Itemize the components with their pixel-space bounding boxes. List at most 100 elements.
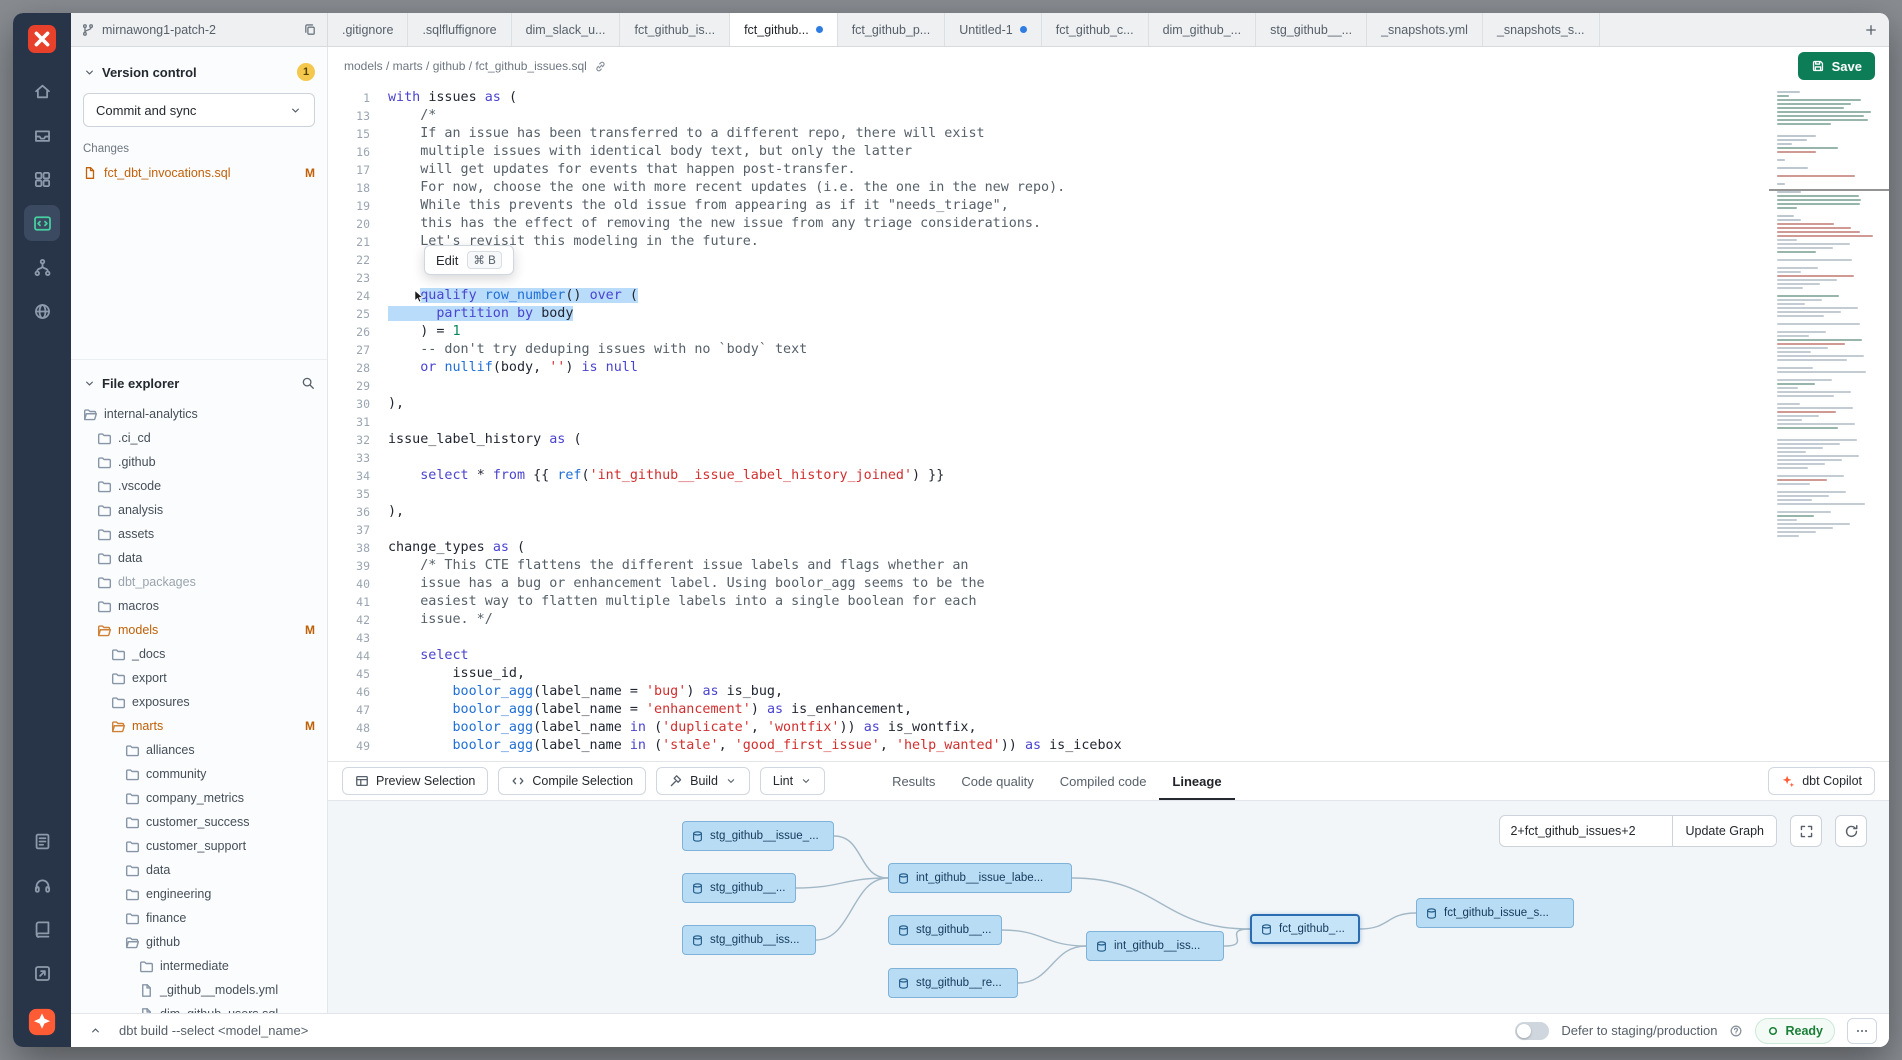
- tree-item-docs[interactable]: _docs: [71, 642, 327, 666]
- tree-item-vscode[interactable]: .vscode: [71, 474, 327, 498]
- edit-tooltip[interactable]: Edit ⌘ B: [424, 245, 514, 275]
- tab-fct-github[interactable]: fct_github...: [730, 13, 838, 46]
- collapse-panel-button[interactable]: [83, 1019, 107, 1043]
- lint-button[interactable]: Lint: [760, 767, 825, 795]
- panel-tab-results[interactable]: Results: [879, 762, 948, 800]
- changed-file-fct-dbt-invocations-sql[interactable]: fct_dbt_invocations.sqlM: [71, 161, 327, 185]
- lineage-node-int-github-issue-labe[interactable]: int_github__issue_labe...: [888, 863, 1072, 893]
- rail-item-nav-external[interactable]: [24, 955, 60, 991]
- code-line-16[interactable]: 16 multiple issues with identical body t…: [328, 143, 1889, 161]
- code-line-28[interactable]: 28 or nullif(body, '') is null: [328, 359, 1889, 377]
- rail-item-nav-support[interactable]: [24, 867, 60, 903]
- code-line-38[interactable]: 38change_types as (: [328, 539, 1889, 557]
- lineage-node-stg-github[interactable]: stg_github__...: [888, 915, 1002, 945]
- code-line-33[interactable]: 33: [328, 449, 1889, 467]
- build-button[interactable]: Build: [656, 767, 750, 795]
- code-line-37[interactable]: 37: [328, 521, 1889, 539]
- code-line-22[interactable]: 22: [328, 251, 1889, 269]
- code-line-46[interactable]: 46 boolor_agg(label_name = 'bug') as is_…: [328, 683, 1889, 701]
- help-icon[interactable]: [1729, 1024, 1743, 1038]
- tree-item-intermediate[interactable]: intermediate: [71, 954, 327, 978]
- code-line-23[interactable]: 23: [328, 269, 1889, 287]
- tree-item-marts[interactable]: martsM: [71, 714, 327, 738]
- lineage-node-fct-github-issue-s[interactable]: fct_github_issue_s...: [1416, 898, 1574, 928]
- tab-fct-github-is[interactable]: fct_github_is...: [620, 13, 730, 46]
- tree-item-models[interactable]: modelsM: [71, 618, 327, 642]
- rail-item-nav-environments[interactable]: [24, 293, 60, 329]
- code-line-45[interactable]: 45 issue_id,: [328, 665, 1889, 683]
- rail-item-nav-home[interactable]: [24, 73, 60, 109]
- tree-item-customer-support[interactable]: customer_support: [71, 834, 327, 858]
- code-line-40[interactable]: 40 issue has a bug or enhancement label.…: [328, 575, 1889, 593]
- tab-sqlfluffignore[interactable]: .sqlfluffignore: [408, 13, 511, 46]
- tab-fct-github-p[interactable]: fct_github_p...: [838, 13, 946, 46]
- tree-item-internal-analytics[interactable]: internal-analytics: [71, 402, 327, 426]
- tree-item-community[interactable]: community: [71, 762, 327, 786]
- tab-dim-github[interactable]: dim_github_...: [1149, 13, 1257, 46]
- code-editor[interactable]: 1with issues as (13 /*15 If an issue has…: [328, 85, 1889, 761]
- lineage-node-stg-github-issue[interactable]: stg_github__issue_...: [682, 821, 834, 851]
- lineage-search-input[interactable]: [1500, 816, 1672, 846]
- tree-item-export[interactable]: export: [71, 666, 327, 690]
- file-explorer-header[interactable]: File explorer: [71, 370, 327, 396]
- tree-item-ci-cd[interactable]: .ci_cd: [71, 426, 327, 450]
- tab-untitled-1[interactable]: Untitled-1: [945, 13, 1042, 46]
- lineage-node-stg-github-re[interactable]: stg_github__re...: [888, 968, 1018, 998]
- tab-fct-github-c[interactable]: fct_github_c...: [1042, 13, 1149, 46]
- panel-tab-code-quality[interactable]: Code quality: [948, 762, 1046, 800]
- tree-item-github-models-yml[interactable]: _github__models.yml: [71, 978, 327, 1002]
- code-line-20[interactable]: 20 this has the effect of removing the n…: [328, 215, 1889, 233]
- tree-item-dbt-packages[interactable]: dbt_packages: [71, 570, 327, 594]
- tree-item-finance[interactable]: finance: [71, 906, 327, 930]
- lineage-canvas[interactable]: stg_github__issue_... stg_github__... stg_…: [328, 801, 1889, 1013]
- branch-indicator[interactable]: mirnawong1-patch-2: [71, 13, 328, 46]
- code-line-27[interactable]: 27 -- don't try deduping issues with no …: [328, 341, 1889, 359]
- code-line-13[interactable]: 13 /*: [328, 107, 1889, 125]
- refresh-button[interactable]: [1835, 815, 1867, 847]
- rail-item-nav-develop[interactable]: [24, 205, 60, 241]
- copy-branch-icon[interactable]: [303, 23, 317, 37]
- tree-item-github[interactable]: github: [71, 930, 327, 954]
- new-tab-button[interactable]: [1853, 13, 1889, 46]
- tab-snapshots-yml[interactable]: _snapshots.yml: [1367, 13, 1483, 46]
- code-line-25[interactable]: 25 partition by body: [328, 305, 1889, 323]
- code-line-35[interactable]: 35: [328, 485, 1889, 503]
- code-line-31[interactable]: 31: [328, 413, 1889, 431]
- code-line-47[interactable]: 47 boolor_agg(label_name = 'enhancement'…: [328, 701, 1889, 719]
- code-line-42[interactable]: 42 issue. */: [328, 611, 1889, 629]
- code-line-1[interactable]: 1with issues as (: [328, 89, 1889, 107]
- update-graph-button[interactable]: Update Graph: [1672, 816, 1776, 846]
- code-line-43[interactable]: 43: [328, 629, 1889, 647]
- code-line-39[interactable]: 39 /* This CTE flattens the different is…: [328, 557, 1889, 575]
- compile-selection-button[interactable]: Compile Selection: [498, 767, 646, 795]
- code-line-36[interactable]: 36),: [328, 503, 1889, 521]
- more-options-button[interactable]: [1847, 1018, 1877, 1044]
- lineage-node-fct-github[interactable]: fct_github_...: [1250, 914, 1360, 944]
- cli-command[interactable]: dbt build --select <model_name>: [119, 1023, 308, 1038]
- code-line-26[interactable]: 26 ) = 1: [328, 323, 1889, 341]
- code-line-30[interactable]: 30),: [328, 395, 1889, 413]
- rail-item-nav-catalog[interactable]: [24, 823, 60, 859]
- preview-selection-button[interactable]: Preview Selection: [342, 767, 488, 795]
- tree-item-assets[interactable]: assets: [71, 522, 327, 546]
- version-control-header[interactable]: Version control 1: [71, 59, 327, 85]
- lineage-node-stg-github-iss[interactable]: stg_github__iss...: [682, 925, 816, 955]
- lineage-node-int-github-iss[interactable]: int_github__iss...: [1086, 931, 1224, 961]
- tree-item-dim-github-users-sql[interactable]: dim_github_users.sql: [71, 1002, 327, 1013]
- tab-stg-github[interactable]: stg_github__...: [1256, 13, 1367, 46]
- code-line-21[interactable]: 21 Let's revisit this modeling in the fu…: [328, 233, 1889, 251]
- tab-gitignore[interactable]: .gitignore: [328, 13, 408, 46]
- code-line-19[interactable]: 19 While this prevents the old issue fro…: [328, 197, 1889, 215]
- code-line-48[interactable]: 48 boolor_agg(label_name in ('duplicate'…: [328, 719, 1889, 737]
- dbt-copilot-button[interactable]: dbt Copilot: [1768, 767, 1875, 795]
- code-line-32[interactable]: 32issue_label_history as (: [328, 431, 1889, 449]
- code-line-34[interactable]: 34 select * from {{ ref('int_github__iss…: [328, 467, 1889, 485]
- code-line-17[interactable]: 17 will get updates for events that happ…: [328, 161, 1889, 179]
- rail-item-nav-inbox[interactable]: [24, 117, 60, 153]
- tree-item-data[interactable]: data: [71, 546, 327, 570]
- panel-tab-compiled-code[interactable]: Compiled code: [1047, 762, 1160, 800]
- save-button[interactable]: Save: [1798, 52, 1875, 80]
- tree-item-engineering[interactable]: engineering: [71, 882, 327, 906]
- defer-toggle[interactable]: [1515, 1022, 1549, 1040]
- breadcrumb[interactable]: models / marts / github / fct_github_iss…: [344, 59, 587, 73]
